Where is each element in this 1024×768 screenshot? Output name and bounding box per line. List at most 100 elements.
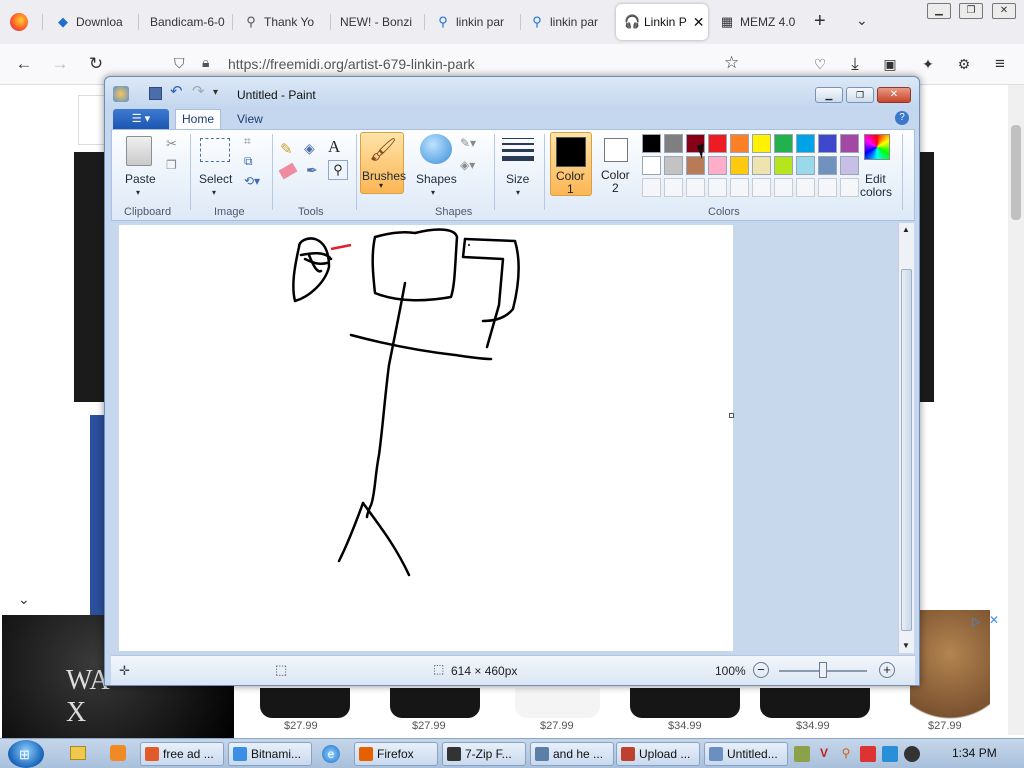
palette-swatch[interactable] — [752, 134, 771, 153]
tray-volume-icon[interactable] — [904, 746, 920, 762]
size-button[interactable]: Size — [506, 173, 529, 186]
quick-save-icon[interactable] — [149, 87, 162, 100]
palette-swatch[interactable] — [818, 134, 837, 153]
select-button[interactable]: Select — [199, 173, 232, 186]
ie-pin-icon[interactable]: e — [322, 745, 340, 763]
tab-download[interactable]: ◆ Downloa — [48, 4, 140, 40]
text-icon[interactable]: A — [328, 137, 340, 157]
palette-swatch-empty[interactable] — [686, 178, 705, 197]
palette-swatch[interactable] — [730, 156, 749, 175]
palette-swatch[interactable] — [664, 134, 683, 153]
minimize-button[interactable]: ▁ — [927, 3, 951, 19]
explorer-pin-icon[interactable] — [70, 746, 86, 760]
palette-swatch-empty[interactable] — [796, 178, 815, 197]
palette-swatch-empty[interactable] — [752, 178, 771, 197]
palette-swatch-empty[interactable] — [708, 178, 727, 197]
rotate-icon[interactable]: ⟲▾ — [244, 174, 260, 188]
palette-swatch[interactable] — [664, 156, 683, 175]
scroll-down-icon[interactable]: ▼ — [902, 641, 910, 650]
tray-v-icon[interactable]: V — [816, 746, 832, 762]
tab-bonzi[interactable]: NEW! - Bonzi — [332, 4, 424, 40]
canvas-resize-handle[interactable] — [729, 413, 734, 418]
taskbar-button[interactable]: Upload ... — [616, 742, 700, 766]
paint-app-icon[interactable] — [113, 86, 129, 102]
ad-close-icon[interactable]: ✕ — [989, 613, 999, 627]
tab-bandicam[interactable]: Bandicam-6-0 — [142, 4, 232, 40]
firefox-icon[interactable] — [10, 13, 28, 31]
palette-swatch[interactable] — [796, 156, 815, 175]
palette-swatch-empty[interactable] — [642, 178, 661, 197]
taskbar-button[interactable]: 7-Zip F... — [442, 742, 526, 766]
palette-swatch[interactable] — [730, 134, 749, 153]
paint-minimize-button[interactable]: ▁ — [815, 87, 843, 103]
undo-icon[interactable]: ↶ — [170, 82, 183, 100]
downloads-icon[interactable]: ⤓ — [845, 54, 865, 74]
palette-swatch-empty[interactable] — [818, 178, 837, 197]
cut-icon[interactable]: ✂ — [166, 136, 177, 152]
zoom-out-button[interactable]: − — [753, 662, 769, 678]
taskbar-button[interactable]: free ad ... — [140, 742, 224, 766]
taskbar-button[interactable]: Bitnami... — [228, 742, 312, 766]
drawing-canvas[interactable] — [119, 225, 733, 651]
palette-swatch-empty[interactable] — [840, 178, 859, 197]
scroll-up-icon[interactable]: ▲ — [902, 225, 910, 234]
new-tab-icon[interactable]: + — [814, 10, 826, 33]
outline-icon[interactable]: ✎▾ — [460, 136, 476, 150]
paste-dropdown-icon[interactable]: ▾ — [136, 186, 140, 199]
tab-linkin-search-1[interactable]: ⚲ linkin par — [428, 4, 520, 40]
reload-icon[interactable]: ↻ — [86, 54, 106, 74]
forward-icon[interactable]: → — [50, 54, 70, 74]
canvas-vertical-scrollbar[interactable]: ▲ ▼ — [898, 223, 914, 653]
resize-icon[interactable]: ⧉ — [244, 154, 253, 169]
crop-icon[interactable]: ⌗ — [244, 134, 251, 149]
page-scrollbar[interactable] — [1008, 85, 1024, 735]
magnifier-icon[interactable]: ⚲ — [328, 160, 348, 180]
pocket-icon[interactable]: ♡ — [810, 54, 830, 74]
customize-toolbar-icon[interactable]: ▾ — [213, 87, 218, 98]
ad-chevron-icon[interactable]: ⌄ — [18, 591, 30, 608]
edit-colors-icon[interactable] — [864, 134, 890, 160]
eraser-icon[interactable] — [278, 162, 298, 180]
tab-thank-you[interactable]: ⚲ Thank Yo — [236, 4, 328, 40]
help-icon[interactable]: ? — [895, 111, 909, 125]
palette-swatch[interactable] — [774, 134, 793, 153]
bookmark-star-icon[interactable]: ☆ — [724, 53, 739, 73]
close-tab-icon[interactable]: ✕ — [693, 14, 705, 31]
size-dropdown-icon[interactable]: ▾ — [516, 186, 520, 199]
palette-swatch[interactable] — [818, 156, 837, 175]
scroll-thumb[interactable] — [901, 269, 912, 631]
palette-swatch[interactable] — [708, 156, 727, 175]
fill-shape-icon[interactable]: ◈▾ — [460, 158, 475, 172]
fill-icon[interactable]: ◈ — [304, 140, 315, 157]
start-button[interactable]: ⊞ — [8, 740, 44, 768]
back-icon[interactable]: ← — [14, 54, 34, 74]
color1-button[interactable]: Color 1 — [550, 132, 592, 196]
paint-close-button[interactable]: ✕ — [877, 87, 911, 103]
shapes-button[interactable]: Shapes — [416, 173, 457, 186]
lock-icon[interactable]: 🔒︎ — [202, 54, 209, 71]
taskbar-button[interactable]: Firefox — [354, 742, 438, 766]
tab-linkin-search-2[interactable]: ⚲ linkin par — [522, 4, 612, 40]
taskbar-clock[interactable]: 1:34 PM — [952, 746, 997, 760]
shapes-icon[interactable] — [420, 134, 452, 164]
palette-swatch[interactable] — [642, 134, 661, 153]
paint-maximize-button[interactable]: ❐ — [846, 87, 874, 103]
zoom-in-button[interactable]: + — [879, 662, 895, 678]
pencil-icon[interactable]: ✎ — [280, 140, 293, 158]
tab-linkin-park[interactable]: 🎧 Linkin P ✕ — [616, 4, 708, 40]
palette-swatch[interactable] — [840, 156, 859, 175]
palette-swatch[interactable] — [752, 156, 771, 175]
addon-icon[interactable]: ✦ — [918, 54, 938, 74]
brushes-button[interactable]: 🖌︎ Brushes ▾ — [360, 132, 406, 194]
url-bar[interactable]: ⛉ 🔒︎ https://freemidi.org/artist-679-lin… — [168, 49, 758, 79]
zoom-slider-thumb[interactable] — [819, 662, 827, 678]
tab-home[interactable]: Home — [175, 109, 221, 130]
select-dropdown-icon[interactable]: ▾ — [212, 186, 216, 199]
tab-list-chevron-icon[interactable]: ⌄ — [856, 12, 868, 29]
copy-icon[interactable]: ❐ — [166, 158, 177, 172]
palette-swatch[interactable] — [774, 156, 793, 175]
tray-flag-icon[interactable] — [860, 746, 876, 762]
tray-app-icon[interactable] — [794, 746, 810, 762]
paint-title-bar[interactable]: ↶ ↷ ▾ Untitled - Paint ▁ ❐ ✕ — [105, 77, 919, 109]
paste-button[interactable]: Paste — [125, 173, 156, 186]
